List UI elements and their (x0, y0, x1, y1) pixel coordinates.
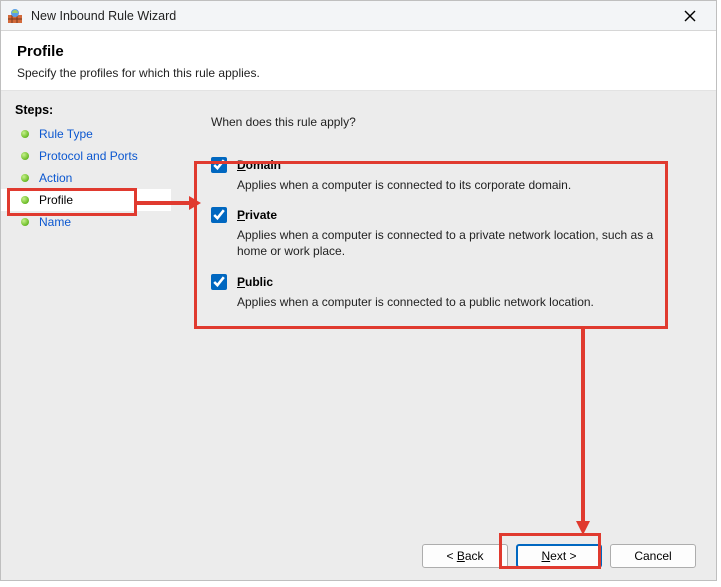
titlebar: New Inbound Rule Wizard (1, 1, 716, 31)
profile-label-2[interactable]: Public (237, 275, 273, 289)
profile-checkbox-2[interactable] (211, 274, 227, 290)
step-label: Protocol and Ports (39, 149, 138, 163)
profile-checkbox-0[interactable] (211, 157, 227, 173)
firewall-icon (7, 8, 23, 24)
step-label: Name (39, 215, 71, 229)
step-bullet-icon (21, 196, 29, 204)
wizard-header: Profile Specify the profiles for which t… (1, 31, 716, 91)
step-label: Action (39, 171, 72, 185)
page-title: Profile (17, 43, 700, 60)
profile-checkbox-1[interactable] (211, 207, 227, 223)
profile-option-1: Private Applies when a computer is connec… (211, 207, 688, 259)
prompt-text: When does this rule apply? (211, 115, 688, 129)
step-label: Profile (39, 193, 73, 207)
step-bullet-icon (21, 152, 29, 160)
step-bullet-icon (21, 218, 29, 226)
step-bullet-icon (21, 130, 29, 138)
step-profile: Profile (1, 189, 171, 211)
profile-option-2: Public Applies when a computer is connect… (211, 274, 688, 310)
step-rule-type[interactable]: Rule Type (1, 123, 171, 145)
wizard-footer: < Back Next > Cancel (422, 544, 696, 568)
back-button[interactable]: < Back (422, 544, 508, 568)
step-label: Rule Type (39, 127, 93, 141)
profile-description-1: Applies when a computer is connected to … (237, 227, 657, 259)
profile-description-0: Applies when a computer is connected to … (237, 177, 657, 193)
close-button[interactable] (670, 2, 710, 30)
window-title: New Inbound Rule Wizard (31, 9, 670, 23)
cancel-button[interactable]: Cancel (610, 544, 696, 568)
steps-heading: Steps: (1, 99, 171, 123)
step-bullet-icon (21, 174, 29, 182)
step-protocol-and-ports[interactable]: Protocol and Ports (1, 145, 171, 167)
step-name[interactable]: Name (1, 211, 171, 233)
profile-label-1[interactable]: Private (237, 208, 277, 222)
step-action[interactable]: Action (1, 167, 171, 189)
wizard-content: When does this rule apply? Domain Applies… (171, 91, 716, 580)
page-subtitle: Specify the profiles for which this rule… (17, 66, 700, 80)
next-button[interactable]: Next > (516, 544, 602, 568)
profile-description-2: Applies when a computer is connected to … (237, 294, 657, 310)
steps-sidebar: Steps: Rule Type Protocol and Ports Action… (1, 91, 171, 580)
profile-label-0[interactable]: Domain (237, 158, 281, 172)
profile-option-0: Domain Applies when a computer is connect… (211, 157, 688, 193)
